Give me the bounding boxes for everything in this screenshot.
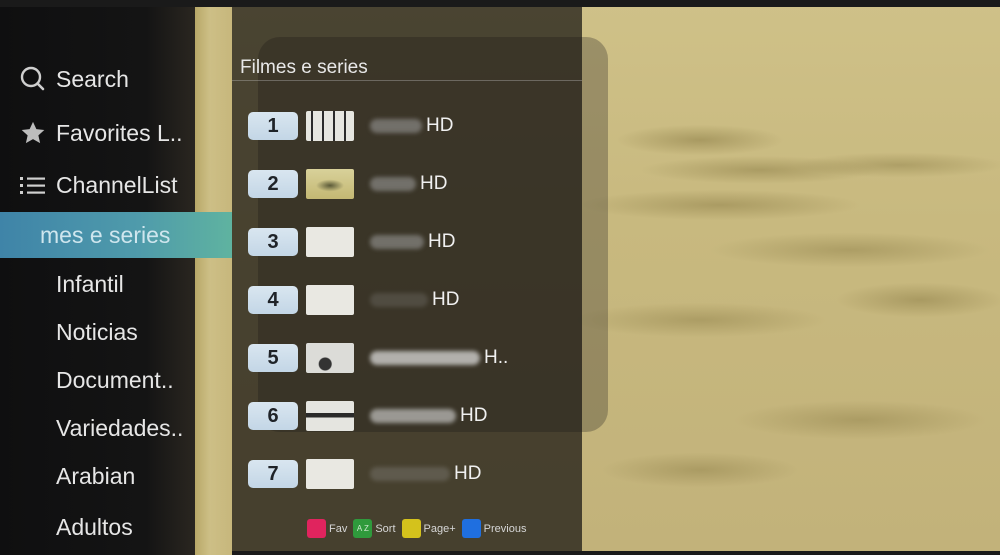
channel-row[interactable]: 5 H..	[248, 342, 508, 374]
sidebar-item-label: Search	[56, 65, 129, 92]
sidebar-item-channellist[interactable]: ChannelList	[0, 162, 232, 208]
channel-row[interactable]: 4 HD	[248, 284, 459, 316]
channel-name-suffix: H..	[484, 347, 509, 368]
channel-name-suffix: HD	[426, 115, 454, 136]
channel-name: HD	[370, 405, 487, 427]
channel-name-suffix: HD	[432, 289, 460, 310]
channel-number: 6	[248, 402, 298, 430]
channel-row[interactable]: 6 HD	[248, 400, 487, 432]
sidebar-category-noticias[interactable]: Noticias	[0, 309, 232, 355]
divider	[232, 80, 582, 81]
red-key-icon[interactable]	[307, 519, 326, 538]
redacted-text	[370, 467, 450, 481]
category-label: Noticias	[56, 318, 138, 345]
sidebar-category-infantil[interactable]: Infantil	[0, 261, 232, 307]
channel-logo	[306, 343, 354, 373]
star-icon	[0, 119, 56, 147]
channel-number: 1	[248, 112, 298, 140]
fav-label: Fav	[329, 522, 348, 535]
redacted-text	[370, 119, 422, 133]
channel-name-suffix: HD	[428, 231, 456, 252]
search-icon	[0, 65, 56, 93]
channel-logo	[306, 227, 354, 257]
top-letterbox	[0, 0, 1000, 7]
list-icon	[0, 174, 56, 196]
channel-number: 4	[248, 286, 298, 314]
sidebar-category-arabian[interactable]: Arabian	[0, 453, 232, 499]
channel-name: HD	[370, 173, 447, 195]
channel-name-suffix: HD	[460, 405, 488, 426]
channel-logo	[306, 285, 354, 315]
channel-logo	[306, 169, 354, 199]
sidebar-category-variedades[interactable]: Variedades..	[0, 405, 232, 451]
channel-logo	[306, 401, 354, 431]
color-key-legend: Fav A Z Sort Page+ Previous	[307, 519, 532, 538]
redacted-text	[370, 293, 428, 307]
channel-logo	[306, 459, 354, 489]
sidebar-item-search[interactable]: Search	[0, 56, 232, 102]
channel-number: 7	[248, 460, 298, 488]
channel-row[interactable]: 7 HD	[248, 458, 481, 490]
category-label: Adultos	[56, 514, 133, 536]
channel-row[interactable]: 1 HD	[248, 110, 453, 142]
channel-name: H..	[370, 347, 508, 369]
category-label: Infantil	[56, 270, 124, 297]
yellow-key-icon[interactable]	[401, 519, 421, 538]
channel-number: 2	[248, 170, 298, 198]
page-plus-label: Page+	[423, 522, 456, 535]
sidebar-item-favorites[interactable]: Favorites L..	[0, 110, 232, 156]
channel-number: 5	[248, 344, 298, 372]
category-label: Arabian	[56, 462, 136, 489]
sidebar-category-adultos[interactable]: Adultos	[0, 514, 195, 536]
sort-label: Sort	[375, 522, 396, 535]
sidebar-item-label: ChannelList	[56, 171, 178, 198]
channel-name: HD	[370, 231, 455, 253]
channel-row[interactable]: 2 HD	[248, 168, 447, 200]
sidebar-category-filmes-e-series[interactable]: mes e series	[0, 212, 232, 258]
redacted-text	[370, 409, 456, 423]
redacted-text	[370, 235, 424, 249]
category-label: mes e series	[40, 221, 171, 248]
channel-row[interactable]: 3 HD	[248, 226, 455, 258]
channel-number: 3	[248, 228, 298, 256]
previous-label: Previous	[483, 522, 527, 535]
channel-name: HD	[370, 463, 481, 485]
category-label: Variedades..	[56, 414, 184, 441]
sidebar-item-label: Favorites L..	[56, 119, 183, 146]
redacted-text	[370, 177, 416, 191]
channel-name: HD	[370, 115, 453, 137]
channel-name: HD	[370, 289, 459, 311]
sidebar-category-documentarios[interactable]: Document..	[0, 357, 232, 403]
panel-title: Filmes e series	[240, 57, 368, 78]
redacted-text	[370, 351, 480, 365]
channel-name-suffix: HD	[420, 173, 448, 194]
channel-name-suffix: HD	[454, 463, 482, 484]
channel-logo	[306, 111, 354, 141]
category-label: Document..	[56, 366, 174, 393]
blue-key-icon[interactable]	[461, 519, 481, 538]
sort-az-icon[interactable]: A Z	[353, 519, 373, 538]
